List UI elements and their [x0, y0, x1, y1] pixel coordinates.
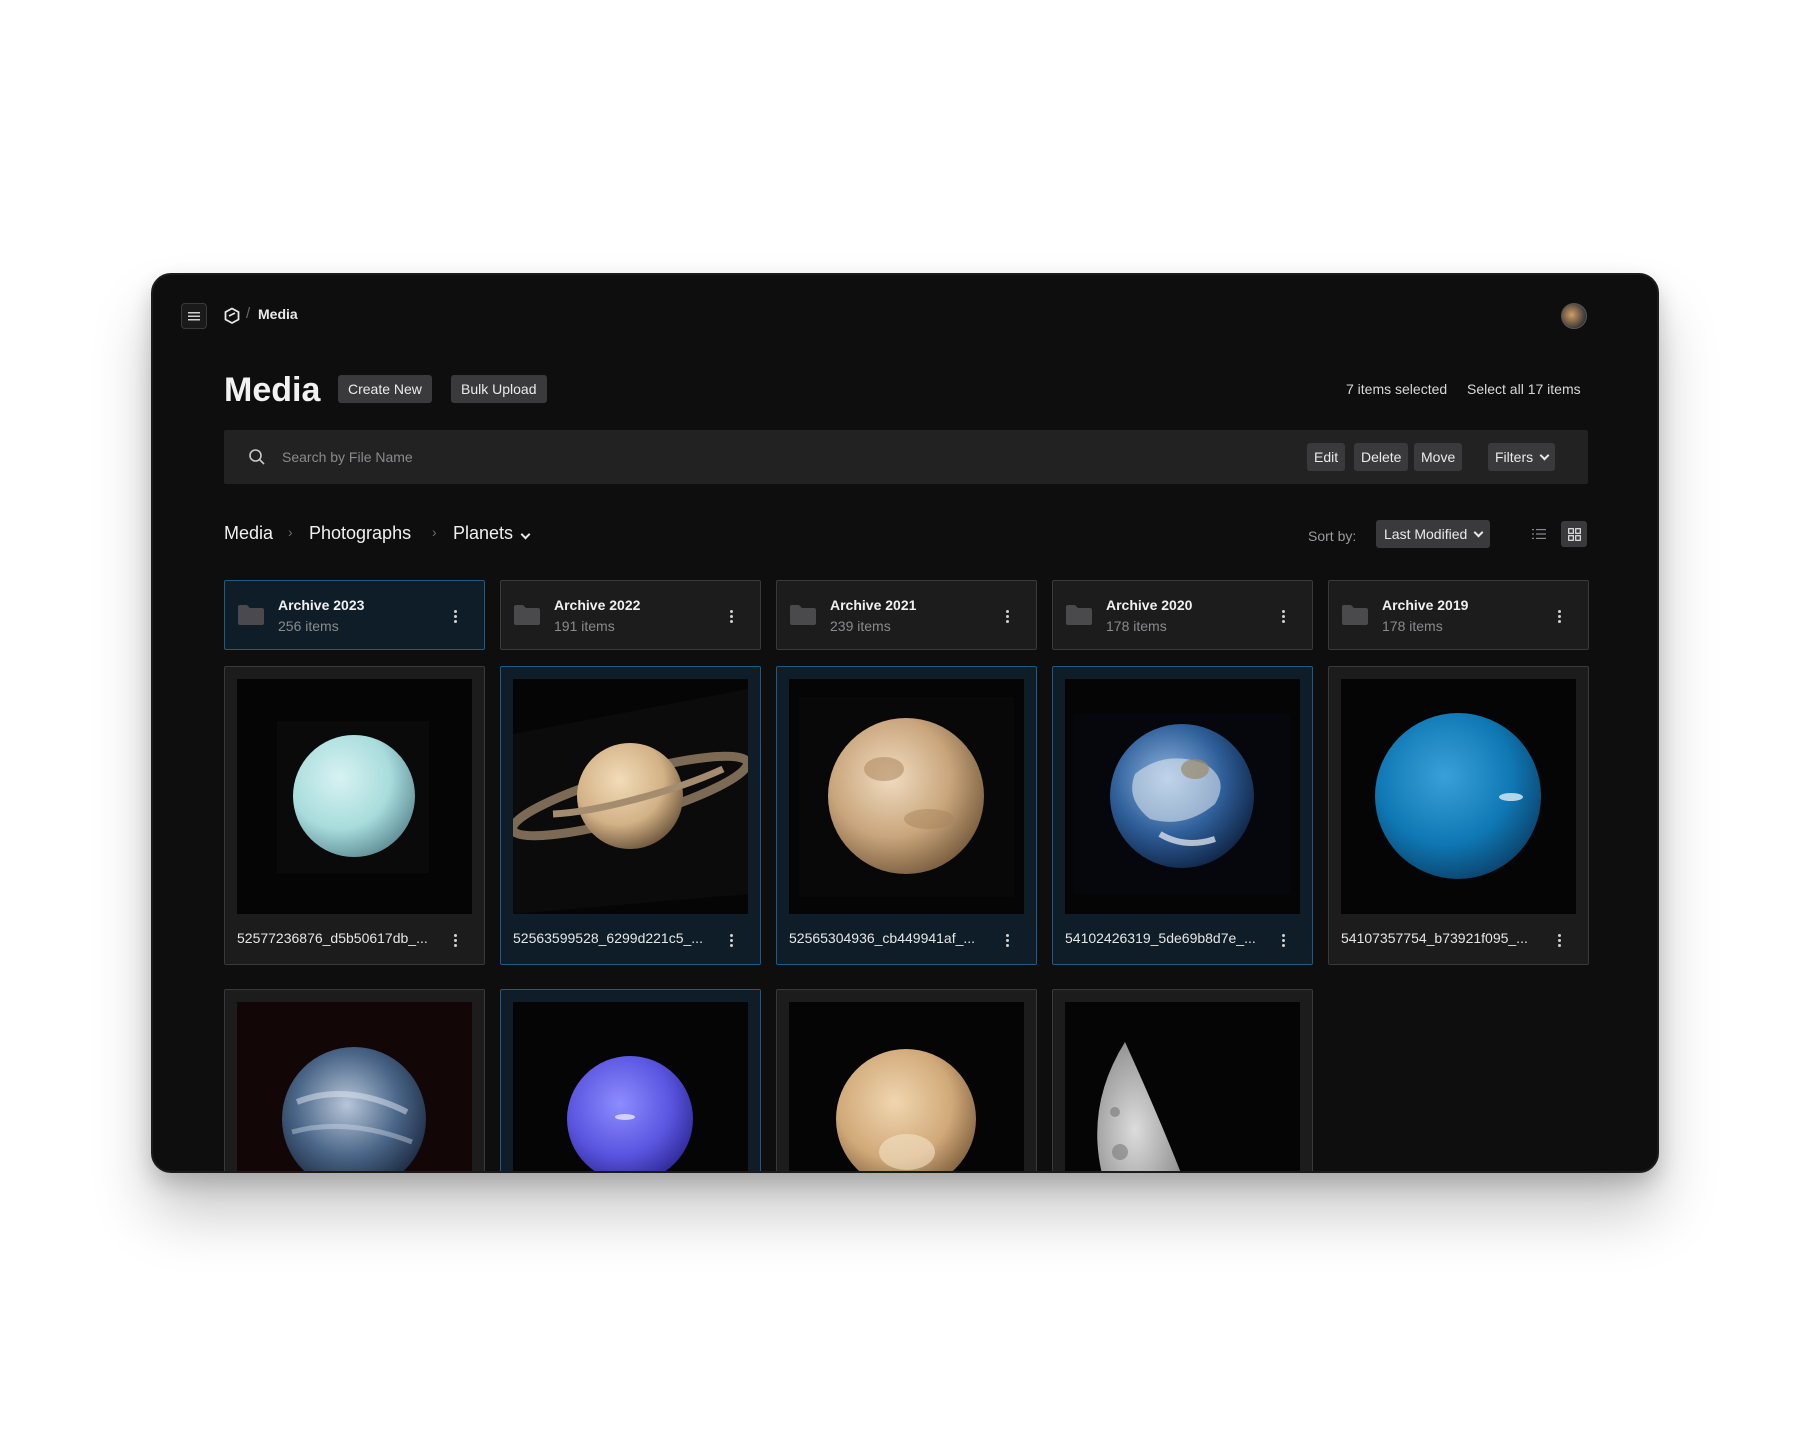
selected-count: 7 items selected [1346, 381, 1448, 397]
file-thumbnail [513, 1002, 748, 1171]
file-card[interactable]: 52565304936_cb449941af_... [776, 666, 1037, 965]
more-options-icon[interactable] [1551, 607, 1567, 625]
more-options-icon[interactable] [447, 931, 463, 949]
folder-name: Archive 2020 [1106, 597, 1193, 613]
folder-name: Archive 2019 [1382, 597, 1469, 613]
file-card[interactable]: 54107357754_b73921f095_... [1328, 666, 1589, 965]
logo-icon[interactable] [223, 307, 241, 325]
hamburger-icon [188, 312, 200, 321]
grid-view-button[interactable] [1561, 521, 1587, 547]
folder-card[interactable]: Archive 2022 191 items [500, 580, 761, 650]
move-button[interactable]: Move [1414, 443, 1463, 471]
folder-name: Archive 2023 [278, 597, 365, 613]
more-options-icon[interactable] [723, 931, 739, 949]
file-name: 52563599528_6299d221c5_... [513, 930, 703, 946]
file-thumbnail [1341, 679, 1576, 914]
list-icon [1532, 529, 1546, 539]
folder-card[interactable]: Archive 2023 256 items [224, 580, 485, 650]
list-view-button[interactable] [1526, 521, 1552, 547]
file-thumbnail [1065, 679, 1300, 914]
path-separator: › [432, 524, 437, 540]
app-window: / Media Media Create New Bulk Upload 7 i… [151, 273, 1659, 1173]
breadcrumb-separator: / [246, 305, 251, 322]
search-icon [249, 449, 265, 465]
folder-card[interactable]: Archive 2021 239 items [776, 580, 1037, 650]
pluto-image [836, 1049, 976, 1171]
file-card[interactable] [1052, 989, 1313, 1171]
filters-button[interactable]: Filters [1488, 443, 1556, 471]
folder-item-count: 256 items [278, 618, 339, 634]
folder-name: Archive 2021 [830, 597, 917, 613]
file-thumbnail [237, 1002, 472, 1171]
folder-item-count: 239 items [830, 618, 891, 634]
folder-icon [514, 605, 540, 625]
file-name: 52577236876_d5b50617db_... [237, 930, 428, 946]
file-name: 54107357754_b73921f095_... [1341, 930, 1528, 946]
file-card[interactable]: 52577236876_d5b50617db_... [224, 666, 485, 965]
edit-button[interactable]: Edit [1307, 443, 1346, 471]
file-name: 54102426319_5de69b8d7e_... [1065, 930, 1256, 946]
select-all-link[interactable]: Select all 17 items [1467, 381, 1581, 397]
venus-image [237, 1002, 472, 1171]
path-item-photographs[interactable]: Photographs [309, 523, 411, 544]
sort-value: Last Modified [1384, 526, 1468, 542]
saturn-image [513, 689, 748, 914]
folder-icon [790, 605, 816, 625]
more-options-icon[interactable] [999, 931, 1015, 949]
delete-button[interactable]: Delete [1354, 443, 1409, 471]
file-thumbnail [237, 679, 472, 914]
avatar[interactable] [1561, 303, 1587, 329]
path-item-media[interactable]: Media [224, 523, 273, 544]
search-bar: Edit Delete Move Filters [224, 430, 1588, 484]
folder-icon [238, 605, 264, 625]
folder-item-count: 191 items [554, 618, 615, 634]
file-card[interactable] [776, 989, 1037, 1171]
file-thumbnail [1065, 1002, 1300, 1171]
file-thumbnail [789, 1002, 1024, 1171]
more-options-icon[interactable] [999, 607, 1015, 625]
folder-item-count: 178 items [1382, 618, 1443, 634]
filters-label: Filters [1495, 449, 1534, 465]
more-options-icon[interactable] [447, 607, 463, 625]
folder-icon [1342, 605, 1368, 625]
neptune-image [1375, 713, 1541, 879]
folder-icon [1066, 605, 1092, 625]
page-title: Media [224, 371, 321, 409]
sort-label: Sort by: [1308, 528, 1357, 544]
more-options-icon[interactable] [1275, 607, 1291, 625]
moon-image [1097, 1042, 1181, 1171]
file-card[interactable]: 54102426319_5de69b8d7e_... [1052, 666, 1313, 965]
top-bar: / Media [153, 275, 1657, 359]
folder-item-count: 178 items [1106, 618, 1167, 634]
more-options-icon[interactable] [1551, 931, 1567, 949]
file-card[interactable]: 52563599528_6299d221c5_... [500, 666, 761, 965]
folder-card[interactable]: Archive 2020 178 items [1052, 580, 1313, 650]
file-thumbnail [513, 679, 748, 914]
folder-card[interactable]: Archive 2019 178 items [1328, 580, 1589, 650]
file-name: 52565304936_cb449941af_... [789, 930, 976, 946]
mars-image [799, 697, 1014, 897]
more-options-icon[interactable] [1275, 931, 1291, 949]
search-input[interactable] [282, 444, 782, 470]
file-card[interactable] [500, 989, 761, 1171]
more-options-icon[interactable] [723, 607, 739, 625]
chevron-down-icon[interactable] [520, 529, 531, 540]
create-new-button[interactable]: Create New [338, 375, 432, 403]
file-thumbnail [789, 679, 1024, 914]
menu-button[interactable] [181, 303, 207, 329]
earth-image [1073, 714, 1291, 894]
bulk-upload-button[interactable]: Bulk Upload [451, 375, 547, 403]
folder-name: Archive 2022 [554, 597, 641, 613]
neptune-violet-image [567, 1056, 693, 1171]
chevron-down-icon [1473, 527, 1484, 538]
chevron-down-icon [1539, 450, 1550, 461]
uranus-image [277, 721, 429, 873]
sort-select[interactable]: Last Modified [1376, 520, 1491, 548]
file-card[interactable] [224, 989, 485, 1171]
path-item-planets[interactable]: Planets [453, 523, 513, 544]
grid-icon [1567, 527, 1581, 541]
path-separator: › [288, 524, 293, 540]
breadcrumb-current[interactable]: Media [258, 306, 298, 322]
